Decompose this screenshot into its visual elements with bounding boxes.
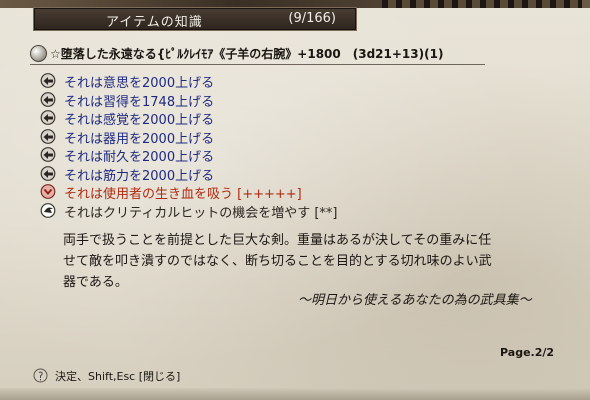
item-description: 両手で扱うことを前提とした巨大な剣。重量はあるが決してその重みに任 せて敵を叩き…	[63, 230, 573, 293]
skill-arrow-icon	[40, 165, 56, 181]
title-bar: アイテムの知識 (9/166)	[33, 7, 357, 31]
skill-arrow-icon	[40, 147, 56, 162]
skill-arrow-icon	[40, 91, 56, 107]
critical-hit-icon	[40, 202, 56, 218]
window-bottom-frame	[0, 388, 590, 400]
skill-arrow-icon	[40, 73, 56, 88]
skill-arrow-icon	[40, 128, 56, 144]
window-title: アイテムの知識	[106, 15, 203, 30]
page-indicator: Page.2/2	[500, 346, 555, 359]
item-counter: (9/166)	[288, 11, 336, 26]
hint-bulb-icon	[33, 368, 48, 383]
description-line: 両手で扱うことを前提とした巨大な剣。重量はあるが決してその重みに任	[63, 233, 492, 248]
item-name-header: ☆堕落した永遠なる{ﾋﾟﾙｸﾚｲﾓｱ《子羊の右腕》+1800 (3d21+13)…	[30, 44, 485, 65]
key-hint-text: 決定、Shift,Esc [閉じる]	[55, 370, 181, 383]
item-knowledge-window: アイテムの知識 (9/166) ☆堕落した永遠なる{ﾋﾟﾙｸﾚｲﾓｱ《子羊の右腕…	[0, 0, 590, 400]
item-name: ☆堕落した永遠なる{ﾋﾟﾙｸﾚｲﾓｱ《子羊の右腕》+1800 (3d21+13)…	[50, 47, 444, 61]
blood-drop-icon	[40, 184, 56, 199]
flavor-source: ～明日から使えるあなたの為の武具集～	[298, 293, 532, 308]
skill-arrow-icon	[40, 110, 56, 125]
window-top-ornament	[382, 0, 582, 8]
item-orb-icon	[30, 45, 47, 62]
description-line: せて敵を叩き潰すのではなく、断ち切ることを目的とする切れ味のよい武	[63, 254, 492, 269]
